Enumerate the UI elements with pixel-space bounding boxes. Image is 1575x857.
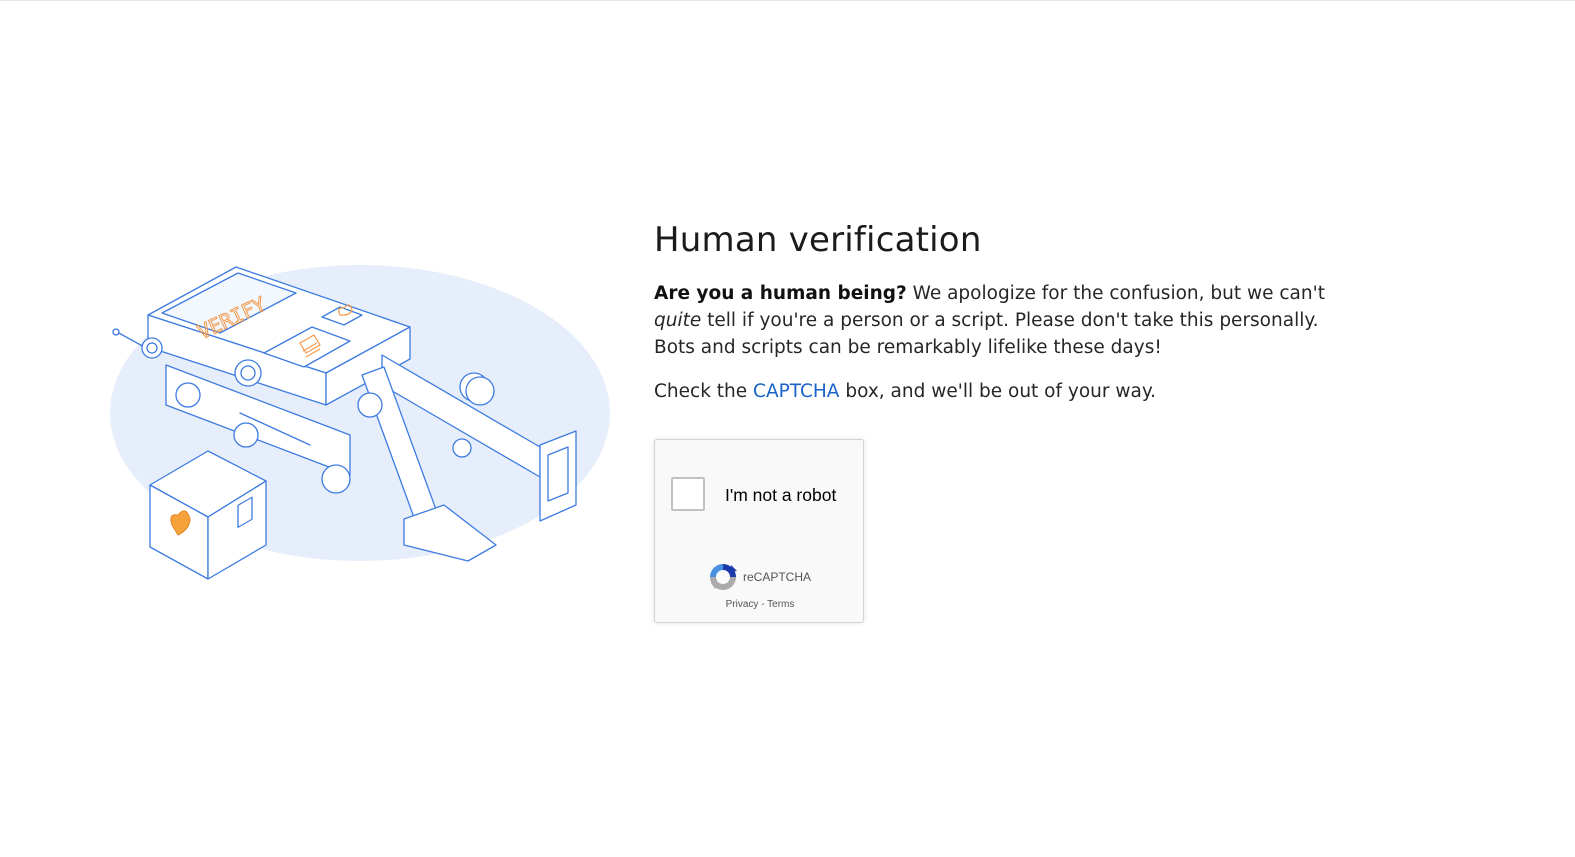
claw-right <box>465 376 495 406</box>
arm-joint <box>452 438 472 458</box>
lead-italic: quite <box>654 310 702 331</box>
verification-content: Human verification Are you a human being… <box>654 218 1354 429</box>
lead-text-2: tell if you're a person or a script. Ple… <box>654 310 1319 358</box>
captcha-link[interactable]: CAPTCHA <box>753 381 839 402</box>
check-prefix: Check the <box>654 381 754 402</box>
links-separator: - <box>758 599 768 610</box>
wheel-2 <box>233 422 259 448</box>
recaptcha-links: Privacy - Terms <box>655 599 865 610</box>
leg-joint <box>357 392 383 418</box>
lead-text-1: We apologize for the confusion, but we c… <box>906 283 1325 304</box>
check-instruction: Check the CAPTCHA box, and we'll be out … <box>654 378 1354 405</box>
robot-illustration: VERIFY <box>110 265 610 580</box>
recaptcha-logo-icon <box>710 564 737 590</box>
top-divider <box>0 0 1575 1</box>
recaptcha-checkbox[interactable] <box>671 477 705 511</box>
claw <box>321 464 351 494</box>
end-plate <box>539 430 577 522</box>
robot-vent <box>234 359 262 387</box>
recaptcha-brand: reCAPTCHA <box>743 570 812 584</box>
privacy-link[interactable]: Privacy <box>726 599 759 610</box>
robot-knob <box>141 337 163 359</box>
terms-link[interactable]: Terms <box>767 599 794 610</box>
check-suffix: box, and we'll be out of your way. <box>839 381 1157 402</box>
recaptcha-label: I'm not a robot <box>725 485 837 505</box>
recaptcha-widget: I'm not a robot reCAPTCHA Privacy - Term… <box>654 439 864 623</box>
page-title: Human verification <box>654 220 982 260</box>
wheel-1 <box>175 382 201 408</box>
antenna-tip <box>112 328 120 336</box>
lead-paragraph: Are you a human being? We apologize for … <box>654 280 1354 361</box>
lead-bold: Are you a human being? <box>654 283 907 304</box>
